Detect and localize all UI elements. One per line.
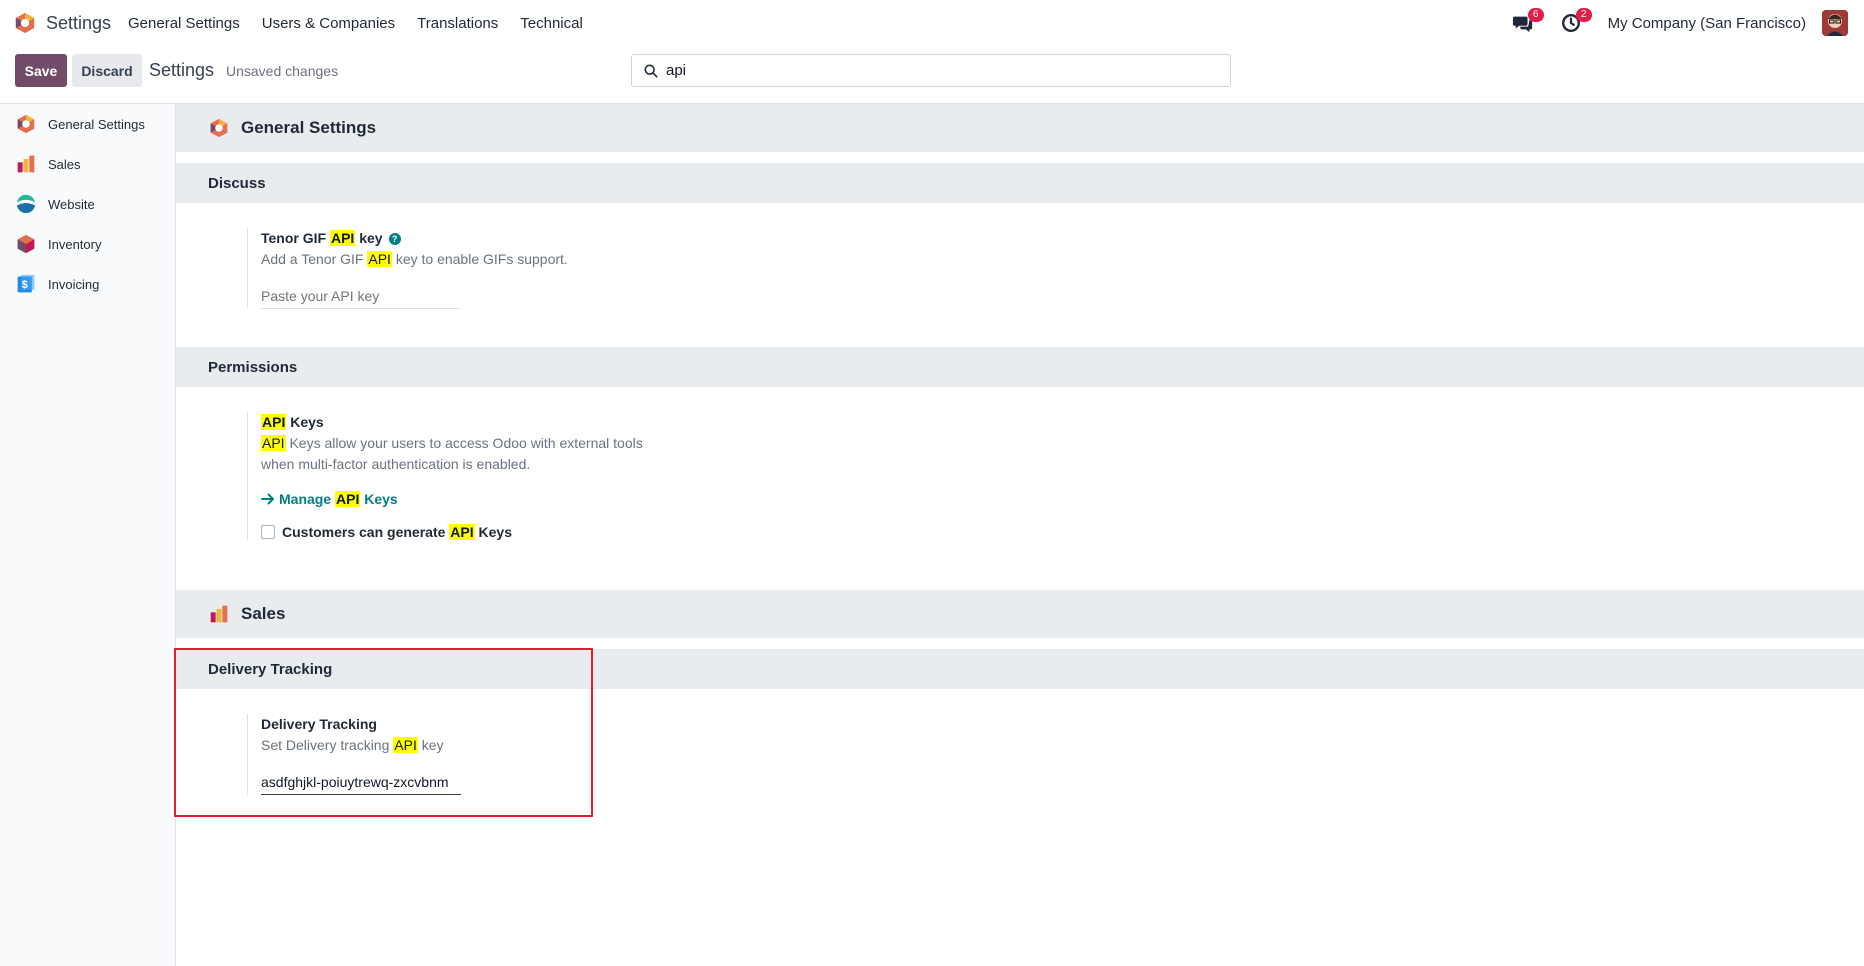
arrow-right-icon [261, 493, 274, 505]
main-menu: General Settings Users & Companies Trans… [128, 15, 605, 32]
odoo-logo-icon[interactable] [14, 12, 36, 34]
website-icon [16, 194, 36, 214]
setting-description: API Keys allow your users to access Odoo… [261, 435, 643, 472]
manage-api-keys-link[interactable]: Manage API Keys [261, 489, 687, 510]
sidebar-item-label: Sales [48, 156, 81, 172]
sidebar-item-label: Invoicing [48, 276, 100, 292]
annotation-highlight-box [174, 648, 593, 817]
customers-generate-api-keys-checkbox[interactable] [261, 525, 275, 539]
sidebar-item-inventory[interactable]: Inventory [0, 224, 175, 264]
menu-translations[interactable]: Translations [417, 15, 498, 32]
search-highlight: API [261, 414, 287, 430]
sidebar-item-label: Website [48, 196, 95, 212]
menu-users-companies[interactable]: Users & Companies [262, 15, 395, 32]
systray: 6 2 My Company (San Francisco) [1512, 8, 1848, 37]
sidebar-item-sales[interactable]: Sales [0, 144, 175, 184]
customers-generate-api-keys-option: Customers can generate API Keys [261, 524, 687, 540]
tenor-api-key-input[interactable] [261, 286, 461, 309]
messages-button[interactable]: 6 [1512, 8, 1544, 34]
top-navbar: Settings General Settings Users & Compan… [0, 0, 1864, 46]
messages-count-badge: 6 [1527, 8, 1544, 22]
setting-api-keys: API Keys API Keys allow your users to ac… [247, 412, 687, 540]
sidebar-item-website[interactable]: Website [0, 184, 175, 224]
discard-button[interactable]: Discard [72, 54, 142, 87]
app-title: General Settings [241, 118, 377, 137]
sidebar-item-invoicing[interactable]: $ Invoicing [0, 264, 175, 304]
section-discuss: Discuss [176, 163, 1864, 203]
sales-chart-icon [17, 155, 35, 173]
checkbox-label[interactable]: Customers can generate API Keys [282, 524, 512, 540]
sidebar-item-label: Inventory [48, 236, 102, 252]
invoicing-icon: $ [17, 274, 35, 293]
setting-title: Tenor GIF API key? [261, 228, 687, 249]
section-permissions: Permissions [176, 347, 1864, 387]
odoo-logo-icon [17, 114, 35, 134]
search-highlight: API [449, 524, 475, 540]
sidebar-item-general-settings[interactable]: General Settings [0, 104, 175, 144]
app-header-general-settings: General Settings [176, 104, 1864, 152]
breadcrumb-title: Settings [149, 60, 215, 80]
user-avatar[interactable] [1822, 10, 1848, 36]
search-highlight: API [335, 491, 361, 507]
settings-sidebar: General Settings Sales Website Inventory… [0, 104, 176, 966]
settings-search-box[interactable] [631, 54, 1231, 87]
unsaved-changes-indicator: Unsaved changes [226, 63, 339, 79]
sidebar-item-label: General Settings [48, 116, 145, 132]
search-icon [644, 64, 658, 77]
app-name[interactable]: Settings [46, 13, 111, 34]
svg-text:$: $ [22, 279, 28, 291]
search-highlight: API [261, 435, 286, 451]
help-icon[interactable]: ? [388, 233, 401, 245]
inventory-box-icon [17, 234, 35, 254]
company-switcher[interactable]: My Company (San Francisco) [1608, 15, 1806, 32]
activities-button[interactable]: 2 [1560, 8, 1592, 34]
user-avatar-icon [1822, 10, 1848, 36]
setting-description: Add a Tenor GIF API key to enable GIFs s… [261, 251, 568, 267]
app-title: Sales [241, 604, 286, 623]
search-highlight: API [367, 251, 392, 267]
activities-count-badge: 2 [1575, 8, 1592, 22]
menu-general-settings[interactable]: General Settings [128, 15, 240, 32]
search-highlight: API [329, 230, 356, 246]
search-input[interactable] [666, 62, 1206, 79]
setting-tenor-gif-api-key: Tenor GIF API key? Add a Tenor GIF API k… [247, 228, 687, 309]
menu-technical[interactable]: Technical [520, 15, 583, 32]
app-header-sales: Sales [176, 590, 1864, 638]
save-button[interactable]: Save [15, 54, 67, 87]
odoo-logo-icon [210, 118, 228, 138]
sales-chart-icon [210, 605, 228, 623]
settings-content: General Settings Discuss Tenor GIF API k… [176, 104, 1864, 966]
control-panel: Save Discard Settings Unsaved changes [0, 46, 1864, 104]
setting-title: API Keys [261, 414, 324, 430]
